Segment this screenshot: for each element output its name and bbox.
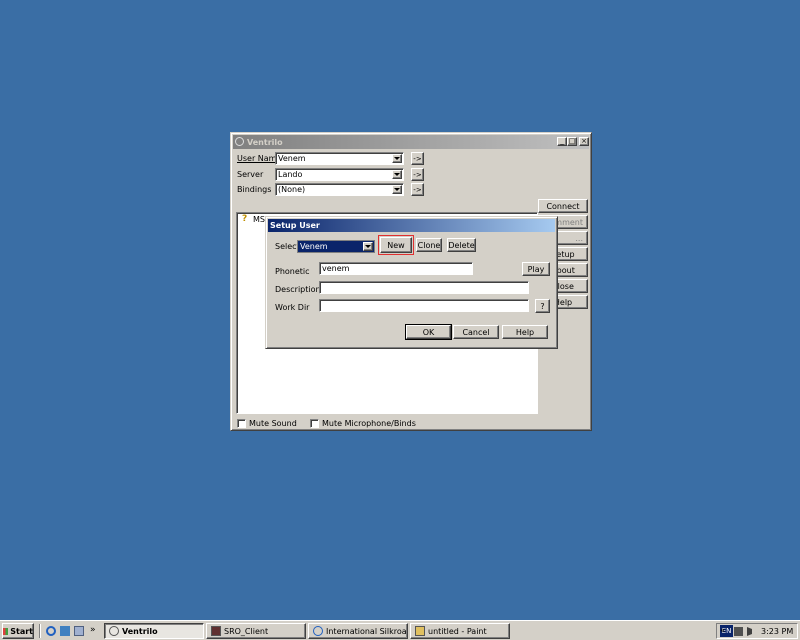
user-name-value: Venem xyxy=(278,154,306,163)
ie-icon[interactable] xyxy=(46,626,56,636)
description-input[interactable] xyxy=(319,281,529,294)
workdir-input[interactable] xyxy=(319,299,529,312)
setup-user-title: Setup User xyxy=(270,221,320,230)
volume-icon[interactable] xyxy=(747,627,756,636)
task-label: Ventrilo xyxy=(122,626,158,636)
minimize-button[interactable]: _ xyxy=(557,137,567,146)
server-arrow-button[interactable]: -> xyxy=(411,168,424,181)
ventrilo-task-icon xyxy=(109,626,119,636)
server-dropdown[interactable]: Lando xyxy=(275,168,404,181)
description-label: Description xyxy=(275,285,321,294)
mute-sound-label: Mute Sound xyxy=(249,419,297,428)
chevron-down-icon[interactable] xyxy=(392,185,402,194)
tray-app-icon[interactable] xyxy=(734,627,743,636)
start-button[interactable]: Start xyxy=(2,623,34,639)
new-user-button[interactable]: New xyxy=(378,235,414,255)
system-tray: « 3:23 PM xyxy=(716,623,798,639)
windows-logo-icon xyxy=(3,627,9,635)
taskbar: Start » Ventrilo SRO_Client Internationa… xyxy=(0,620,800,640)
task-silkroad-forum[interactable]: International Silkroad Fo... xyxy=(308,623,408,639)
setup-user-titlebar[interactable]: Setup User xyxy=(268,219,555,232)
select-label: Select xyxy=(275,242,300,251)
ventrilo-app-icon xyxy=(235,137,244,146)
chevron-down-icon[interactable] xyxy=(363,242,373,251)
play-button[interactable]: Play xyxy=(522,262,550,276)
tray-expand-button[interactable]: « xyxy=(720,626,726,636)
bindings-dropdown[interactable]: (None) xyxy=(275,183,404,196)
task-sro-client[interactable]: SRO_Client xyxy=(206,623,306,639)
quick-launch-more-button[interactable]: » xyxy=(90,625,96,635)
task-label: untitled - Paint xyxy=(428,626,487,636)
setup-user-dialog: Setup User Select Venem New Clone Delete… xyxy=(265,216,558,349)
bindings-arrow-button[interactable]: -> xyxy=(411,183,424,196)
task-label: SRO_Client xyxy=(224,626,269,636)
sro-task-icon xyxy=(211,626,221,636)
connect-button[interactable]: Connect xyxy=(538,199,588,213)
close-window-button[interactable]: × xyxy=(579,137,589,146)
paint-task-icon xyxy=(415,626,425,636)
clone-user-button[interactable]: Clone xyxy=(416,238,442,252)
phonetic-input[interactable]: venem xyxy=(319,262,473,275)
chevron-down-icon[interactable] xyxy=(392,154,402,163)
bindings-value: (None) xyxy=(278,185,306,194)
phonetic-label: Phonetic xyxy=(275,267,310,276)
server-value: Lando xyxy=(278,170,303,179)
mute-microphone-checkbox[interactable] xyxy=(310,419,319,428)
server-label: Server xyxy=(237,170,264,179)
phonetic-value: venem xyxy=(322,264,350,273)
help-dialog-button[interactable]: Help xyxy=(502,325,548,339)
browse-workdir-button[interactable]: ? xyxy=(535,299,550,313)
user-name-dropdown[interactable]: Venem xyxy=(275,152,404,165)
browser-task-icon xyxy=(313,626,323,636)
task-ventrilo[interactable]: Ventrilo xyxy=(104,623,204,639)
start-label: Start xyxy=(10,626,33,636)
question-icon: ? xyxy=(242,214,248,224)
task-label: International Silkroad Fo... xyxy=(326,626,407,636)
select-user-value: Venem xyxy=(300,242,328,251)
mute-microphone-label: Mute Microphone/Binds xyxy=(322,419,416,428)
ventrilo-title: Ventrilo xyxy=(247,137,283,147)
workdir-label: Work Dir xyxy=(275,303,310,312)
mute-sound-checkbox[interactable] xyxy=(237,419,246,428)
clock[interactable]: 3:23 PM xyxy=(761,627,793,636)
user-name-arrow-button[interactable]: -> xyxy=(411,152,424,165)
quick-launch-divider xyxy=(39,624,41,638)
chevron-down-icon[interactable] xyxy=(392,170,402,179)
media-player-icon[interactable] xyxy=(60,626,70,636)
cancel-button[interactable]: Cancel xyxy=(453,325,499,339)
task-paint[interactable]: untitled - Paint xyxy=(410,623,510,639)
select-user-dropdown[interactable]: Venem xyxy=(297,240,375,253)
maximize-button[interactable]: □ xyxy=(567,137,577,146)
bindings-label: Bindings xyxy=(237,185,272,194)
ventrilo-titlebar[interactable]: Ventrilo _ □ × xyxy=(233,135,589,149)
show-desktop-icon[interactable] xyxy=(74,626,84,636)
ok-button[interactable]: OK xyxy=(405,324,452,340)
delete-user-button[interactable]: Delete xyxy=(447,238,476,252)
